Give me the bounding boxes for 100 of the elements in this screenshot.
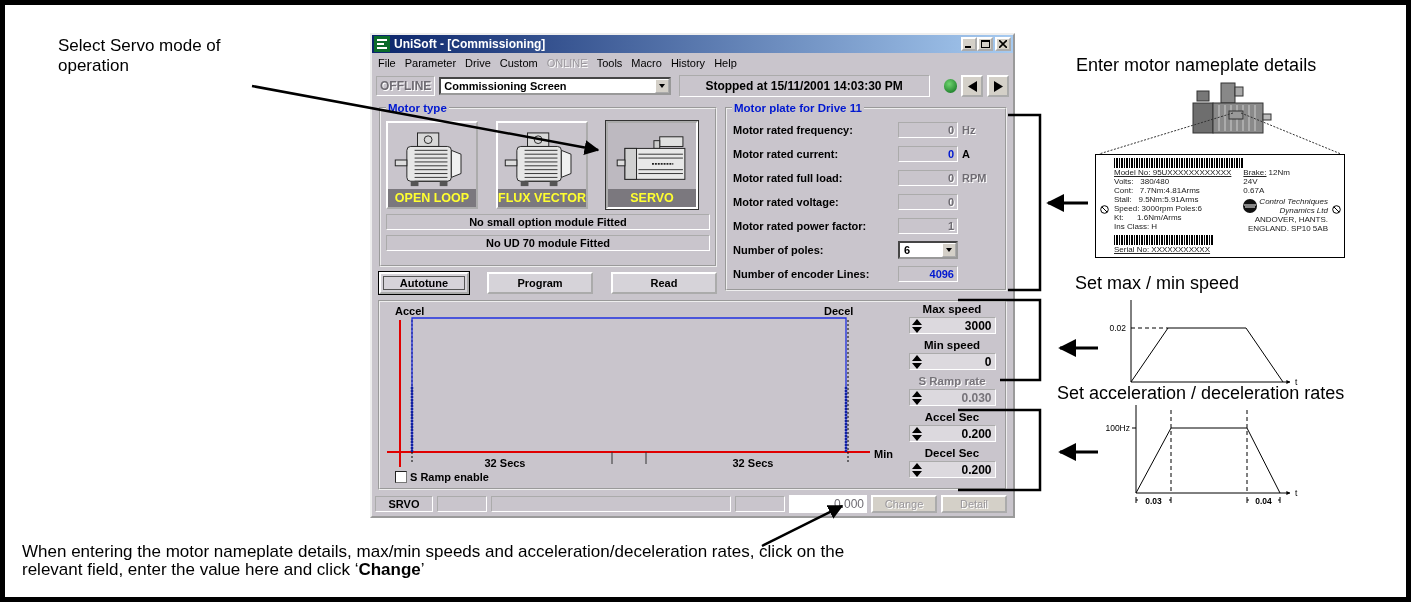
callout-text: Select Servo mode of operation [58, 36, 222, 76]
group-title: Motor type [386, 102, 449, 114]
field-label: Motor rated current: [733, 148, 840, 160]
up-down-arrows-icon [911, 390, 922, 405]
previous-button[interactable] [961, 75, 984, 97]
menu-item[interactable]: File [378, 56, 396, 69]
nameplate-text: Cont: 7.7Nm:4.81Arms [1114, 186, 1201, 195]
graph-label: Accel [395, 305, 425, 317]
drive-status: Stopped at 15/11/2001 14:03:30 PM [678, 75, 930, 97]
checkbox[interactable] [395, 471, 407, 483]
duration-label: 32 Secs [731, 457, 775, 469]
nameplate-text: Kt: 1.6Nm/Arms [1114, 213, 1183, 222]
action-button[interactable]: Program [487, 272, 593, 294]
maximize-icon [980, 40, 990, 48]
company-name: Control Techniques [1259, 197, 1328, 206]
left-triangle-icon [967, 80, 977, 92]
motor-mode-button[interactable]: FLUX VECTOR [496, 121, 588, 209]
logo-icon [1243, 199, 1258, 213]
callout-text: Enter motor nameplate details [1076, 55, 1317, 76]
field-label: Motor rated full load: [733, 172, 844, 184]
spinner-field[interactable]: 0.200 [908, 461, 996, 478]
close-icon [999, 40, 1007, 48]
axis-label: Min [874, 448, 893, 460]
time-label: 0.04 [1255, 496, 1272, 506]
prohibition-icon [1332, 205, 1341, 214]
axis-label: 100Hz [1105, 423, 1130, 433]
callout-text: When entering the motor nameplate details, max/min speeds and acceleration/deceleration rates, click on the relevant field, enter the value here and click ‘Change’ [22, 543, 846, 579]
value-entry-field[interactable]: 0.000 [789, 495, 867, 513]
field-label: Number of poles: [733, 244, 825, 256]
duration-label: 32 Secs [483, 457, 527, 469]
connection-status: OFFLINE [376, 76, 436, 96]
motor-mode-button[interactable]: OPEN LOOP [386, 121, 478, 209]
axis-label: t [1295, 377, 1298, 387]
callout-text: Set acceleration / deceleration rates [1057, 383, 1345, 404]
minimize-button[interactable] [961, 37, 977, 51]
field-label: Motor rated power factor: [733, 220, 868, 232]
app-logo-icon [374, 36, 390, 52]
spinner-field[interactable]: 0 [908, 353, 996, 370]
status-cell [735, 496, 785, 512]
menu-item[interactable]: Tools [596, 56, 623, 69]
status-led-icon [943, 79, 958, 93]
spinner-label: Accel Sec [924, 411, 980, 425]
nameplate-text: 12Nm [1268, 168, 1290, 177]
field-label: Motor rated frequency: [733, 124, 854, 136]
screen-dropdown[interactable]: Commissioning Screen [439, 77, 671, 95]
motor-mode-button[interactable]: SERVO [606, 121, 698, 209]
menu-item[interactable]: Drive [465, 56, 491, 69]
arrow [1058, 443, 1098, 461]
menu-item[interactable]: History [670, 56, 706, 69]
nameplate-text: ENGLAND. SP10 5AB [1246, 224, 1328, 233]
checkbox-label: S Ramp enable [410, 471, 489, 483]
arrow [1058, 339, 1098, 357]
company-name: Dynamics Ltd [1279, 206, 1328, 215]
right-triangle-icon [993, 80, 1003, 92]
nameplate-text: Serial No: XXXXXXXXXXX [1114, 245, 1212, 254]
up-down-arrows-icon [911, 318, 922, 333]
prohibition-icon [1100, 205, 1109, 214]
nameplate-text: Model No: 95UXXXXXXXXXXXX [1114, 168, 1232, 177]
menu-item[interactable]: Custom [499, 56, 538, 69]
maximize-button[interactable] [977, 37, 993, 51]
spinner-field[interactable]: 3000 [908, 317, 996, 334]
nameplate-text: Volts: 380/480 [1114, 177, 1171, 186]
field-label: Motor rated voltage: [733, 196, 840, 208]
poles-dropdown[interactable]: 6 [898, 241, 958, 259]
nameplate-text: Ins Class: H [1114, 222, 1159, 231]
group-title: Motor plate for Drive 11 [732, 102, 864, 114]
unit-label: Hz [962, 124, 976, 136]
menu-item[interactable]: Parameter [404, 56, 457, 69]
up-down-arrows-icon [911, 426, 922, 441]
spinner-label: Min speed [923, 339, 981, 353]
unit-label: RPM [962, 172, 987, 184]
action-button[interactable]: Read [611, 272, 717, 294]
spinner-label: Decel Sec [924, 447, 980, 461]
close-button[interactable] [995, 37, 1011, 51]
up-down-arrows-icon [911, 354, 922, 369]
field-label: Number of encoder Lines: [733, 268, 871, 280]
nameplate-text: 24V [1243, 177, 1259, 186]
axis-label: t [1295, 488, 1298, 498]
spinner-label: Max speed [922, 303, 982, 317]
menu-item[interactable]: Macro [631, 56, 662, 69]
status-mode: SRVO [375, 496, 433, 512]
spinner-label: S Ramp rate [918, 375, 986, 389]
nameplate-text: Brake: [1243, 168, 1267, 177]
unit-label: A [962, 148, 970, 160]
axis-label: 0.02 [1109, 323, 1126, 333]
next-button[interactable] [987, 75, 1009, 97]
action-button[interactable]: Autotune [379, 272, 469, 294]
nameplate-text: ANDOVER, HANTS. [1253, 215, 1328, 224]
value-field[interactable]: 4096 [898, 266, 958, 282]
value-field[interactable]: 0 [898, 146, 958, 162]
status-cell [437, 496, 487, 512]
window-title: UniSoft - [Commissioning] [394, 37, 547, 51]
nameplate-text: Speed: 3000rpm Poles:6 [1114, 204, 1204, 213]
spinner-field[interactable]: 0.200 [908, 425, 996, 442]
arrow [1046, 194, 1088, 212]
graph-label: Decel [824, 305, 854, 317]
module-status: No small option module Fitted [386, 214, 710, 230]
up-down-arrows-icon [911, 462, 922, 477]
nameplate-text: 0.67A [1243, 186, 1266, 195]
menu-item[interactable]: Help [714, 56, 737, 69]
